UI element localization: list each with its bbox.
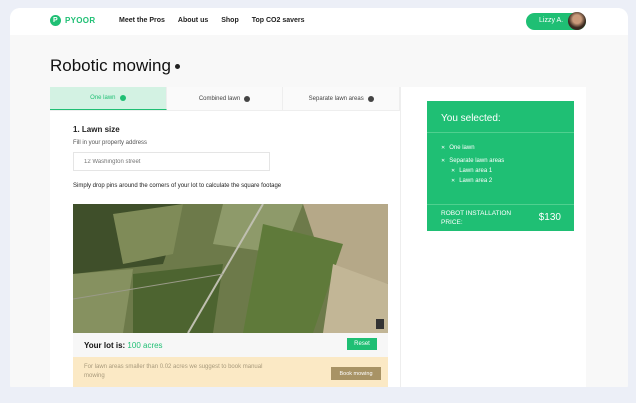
lot-size-value: 100 acres (127, 341, 163, 350)
logo[interactable]: P PYOOR (50, 15, 95, 26)
notice-text: For lawn areas smaller than 0.02 acres w… (84, 364, 263, 379)
top-nav: P PYOOR Meet the Pros About us Shop Top … (10, 8, 628, 35)
tab-label: Combined lawn (198, 95, 241, 102)
info-icon[interactable] (367, 95, 374, 102)
avatar[interactable] (568, 12, 586, 30)
tab-label: One lawn (90, 95, 116, 101)
info-icon[interactable] (119, 95, 126, 101)
satellite-map[interactable] (73, 204, 388, 333)
selection-item-label: One lawn (449, 145, 475, 151)
section-heading: 1. Lawn size (73, 125, 120, 134)
lot-size-bar: Your lot is: 100 acres Reset (73, 333, 388, 357)
user-name: Lizzy A. (539, 17, 564, 24)
selection-item: ✕ One lawn (441, 143, 574, 153)
nav-top-co2-savers[interactable]: Top CO2 savers (252, 17, 305, 24)
price-value: $130 (538, 212, 561, 223)
tab-combined-lawn[interactable]: Combined lawn (166, 87, 284, 110)
selection-subitem-label: Lawn area 2 (459, 178, 493, 184)
nav-meet-the-pros[interactable]: Meet the Pros (119, 17, 165, 24)
summary-panel: You selected: ✕ One lawn ✕ Separate lawn a… (400, 87, 586, 395)
lot-size: Your lot is: 100 acres (84, 341, 163, 350)
page-title: Robotic mowing (50, 56, 180, 76)
lot-size-label: Your lot is: (84, 341, 126, 350)
address-label: Fill in your property address (73, 140, 148, 146)
nav-about-us[interactable]: About us (178, 17, 208, 24)
logo-icon: P (50, 15, 61, 26)
page-title-text: Robotic mowing (50, 56, 171, 75)
selection-subitem: ✕ Lawn area 1 (441, 166, 574, 176)
main-nav: Meet the Pros About us Shop Top CO2 save… (119, 17, 305, 24)
close-icon[interactable]: ✕ (441, 158, 445, 164)
info-icon[interactable] (244, 95, 251, 102)
selection-subitem: ✕ Lawn area 2 (441, 176, 574, 186)
reset-button[interactable]: Reset (347, 338, 377, 350)
selection-item: ✕ Separate lawn areas (441, 156, 574, 166)
tab-label: Separate lawn areas (308, 95, 364, 102)
lawn-form-panel: One lawn Combined lawn Separate lawn are… (50, 87, 401, 395)
tab-one-lawn[interactable]: One lawn (50, 87, 167, 110)
small-lawn-notice: For lawn areas smaller than 0.02 acres w… (73, 357, 388, 389)
brand-name: PYOOR (65, 16, 96, 25)
tab-separate-lawn-areas[interactable]: Separate lawn areas (283, 87, 401, 110)
address-input[interactable] (73, 152, 270, 171)
selection-item-label: Separate lawn areas (449, 158, 505, 164)
selection-list: ✕ One lawn ✕ Separate lawn areas ✕ Lawn are… (427, 133, 574, 205)
lawn-type-tabs: One lawn Combined lawn Separate lawn are… (50, 87, 401, 111)
map-hint: Simply drop pins around the corners of y… (73, 183, 282, 189)
book-mowing-button[interactable]: Book mowing (331, 367, 381, 380)
close-icon[interactable]: ✕ (451, 178, 455, 184)
close-icon[interactable]: ✕ (441, 145, 445, 151)
price-label: ROBOT INSTALLATION PRICE: (441, 210, 512, 226)
close-icon[interactable]: ✕ (451, 168, 455, 174)
app-window: P PYOOR Meet the Pros About us Shop Top … (10, 8, 628, 395)
selection-subitem-label: Lawn area 1 (459, 168, 493, 174)
info-icon[interactable] (174, 63, 180, 69)
nav-shop[interactable]: Shop (221, 17, 239, 24)
selection-summary-card: You selected: ✕ One lawn ✕ Separate lawn a… (427, 101, 574, 231)
window-bottom-edge (0, 387, 636, 403)
summary-title: You selected: (427, 101, 574, 133)
price-row: ROBOT INSTALLATION PRICE: $130 (427, 205, 574, 231)
